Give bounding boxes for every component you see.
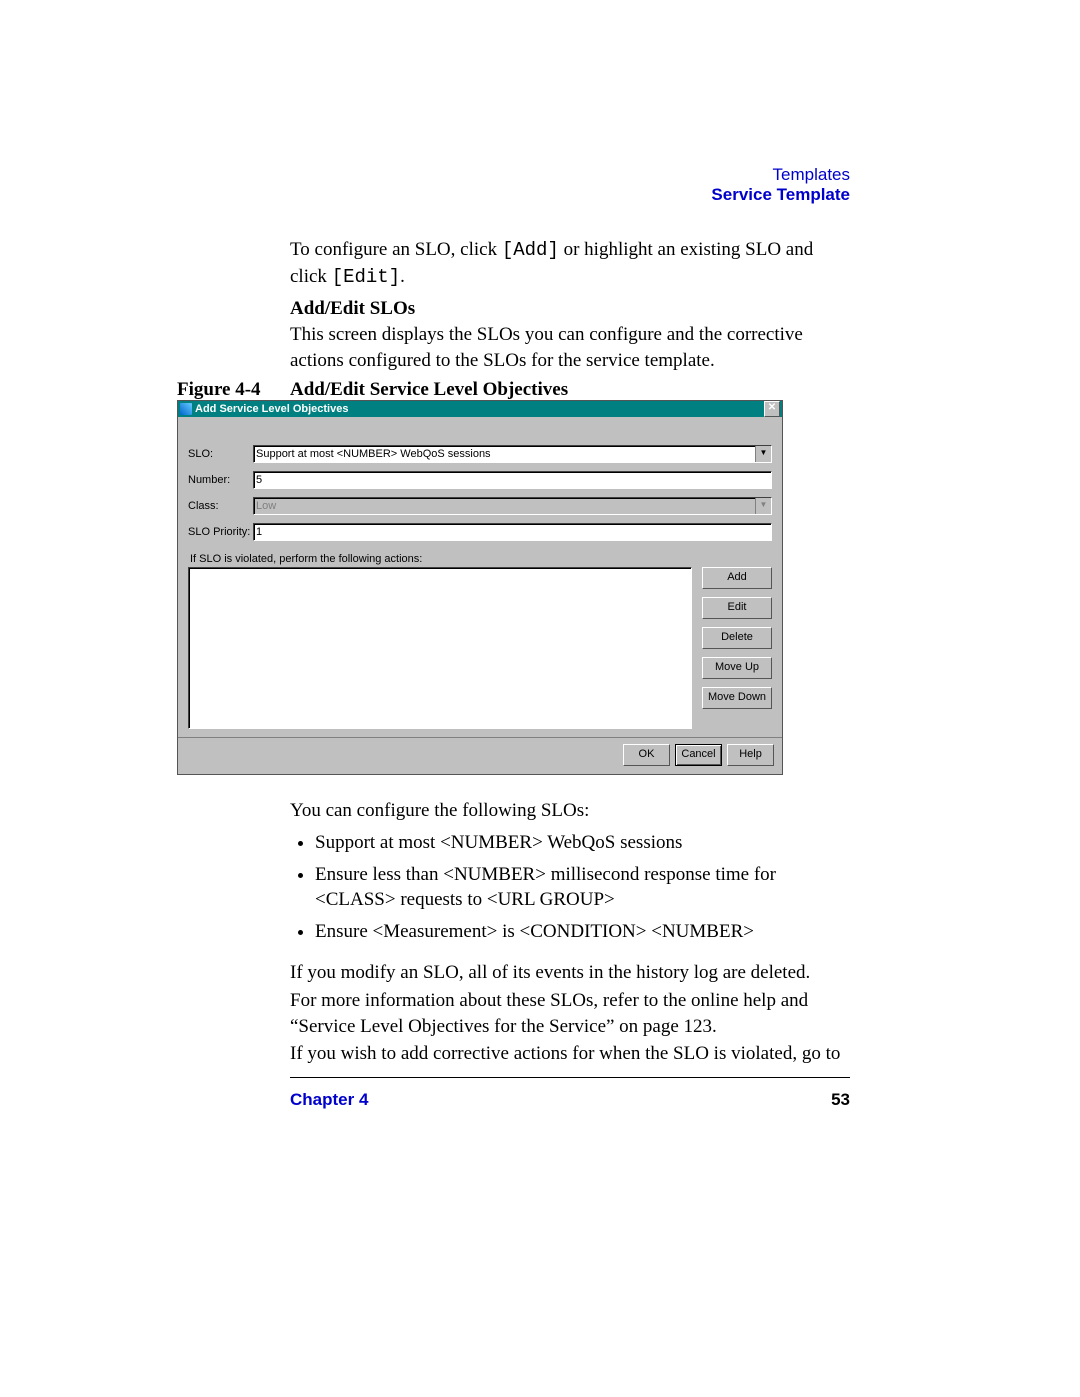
intro-code-edit: [Edit] [332, 266, 400, 288]
help-button[interactable]: Help [727, 744, 774, 766]
moveup-button[interactable]: Move Up [702, 657, 772, 679]
intro-paragraph: To configure an SLO, click [Add] or high… [290, 237, 850, 290]
movedown-button[interactable]: Move Down [702, 687, 772, 709]
intro-code-add: [Add] [502, 239, 559, 261]
add-slo-dialog: Add Service Level Objectives ✕ SLO: Supp… [177, 400, 783, 775]
slo-select[interactable]: Support at most <NUMBER> WebQoS sessions… [253, 445, 772, 463]
slo-label: SLO: [188, 448, 253, 460]
slo-bullet-list: Support at most <NUMBER> WebQoS sessions… [290, 824, 850, 957]
class-label: Class: [188, 500, 253, 512]
add-button[interactable]: Add [702, 567, 772, 589]
cancel-button[interactable]: Cancel [675, 744, 722, 766]
class-value: Low [256, 500, 276, 512]
number-input[interactable]: 5 [253, 471, 772, 489]
list-item: Ensure less than <NUMBER> millisecond re… [315, 862, 850, 913]
header-chapter-name: Templates [711, 165, 850, 185]
list-item: Support at most <NUMBER> WebQoS sessions [315, 830, 850, 856]
footer-rule [290, 1077, 850, 1078]
priority-value: 1 [256, 526, 262, 538]
dialog-title: Add Service Level Objectives [195, 403, 348, 415]
actions-listbox[interactable] [188, 567, 692, 729]
figure-number: Figure 4-4 [177, 379, 290, 401]
page-footer: Chapter 4 53 [290, 1090, 850, 1110]
priority-input[interactable]: 1 [253, 523, 772, 541]
figure-caption: Add/Edit Service Level Objectives [290, 379, 568, 401]
post-figure-lead: You can configure the following SLOs: [290, 798, 850, 824]
para-moreinfo: For more information about these SLOs, r… [290, 988, 850, 1039]
para-modify: If you modify an SLO, all of its events … [290, 960, 850, 986]
priority-label: SLO Priority: [188, 526, 253, 538]
actions-caption: If SLO is violated, perform the followin… [180, 553, 782, 565]
number-label: Number: [188, 474, 253, 486]
delete-button[interactable]: Delete [702, 627, 772, 649]
class-select: Low ▼ [253, 497, 772, 515]
list-item: Ensure <Measurement> is <CONDITION> <NUM… [315, 919, 850, 945]
footer-chapter: Chapter 4 [290, 1090, 368, 1110]
footer-page-number: 53 [831, 1090, 850, 1110]
ok-button[interactable]: OK [623, 744, 670, 766]
slo-value: Support at most <NUMBER> WebQoS sessions [256, 448, 491, 460]
chevron-down-icon[interactable]: ▼ [755, 446, 771, 462]
edit-button[interactable]: Edit [702, 597, 772, 619]
dialog-titlebar: Add Service Level Objectives ✕ [178, 401, 782, 417]
close-icon[interactable]: ✕ [764, 401, 780, 417]
section-body: This screen displays the SLOs you can co… [290, 322, 850, 373]
section-heading: Add/Edit SLOs [290, 296, 850, 322]
app-icon [180, 403, 192, 415]
page-header: Templates Service Template [711, 165, 850, 205]
chevron-down-icon: ▼ [755, 498, 771, 514]
number-value: 5 [256, 474, 262, 486]
para-corrective: If you wish to add corrective actions fo… [290, 1041, 850, 1067]
intro-text: To configure an SLO, click [290, 239, 502, 260]
header-section-name: Service Template [711, 185, 850, 205]
figure-label: Figure 4-4 Add/Edit Service Level Object… [177, 379, 568, 401]
intro-text-3: . [400, 266, 405, 287]
